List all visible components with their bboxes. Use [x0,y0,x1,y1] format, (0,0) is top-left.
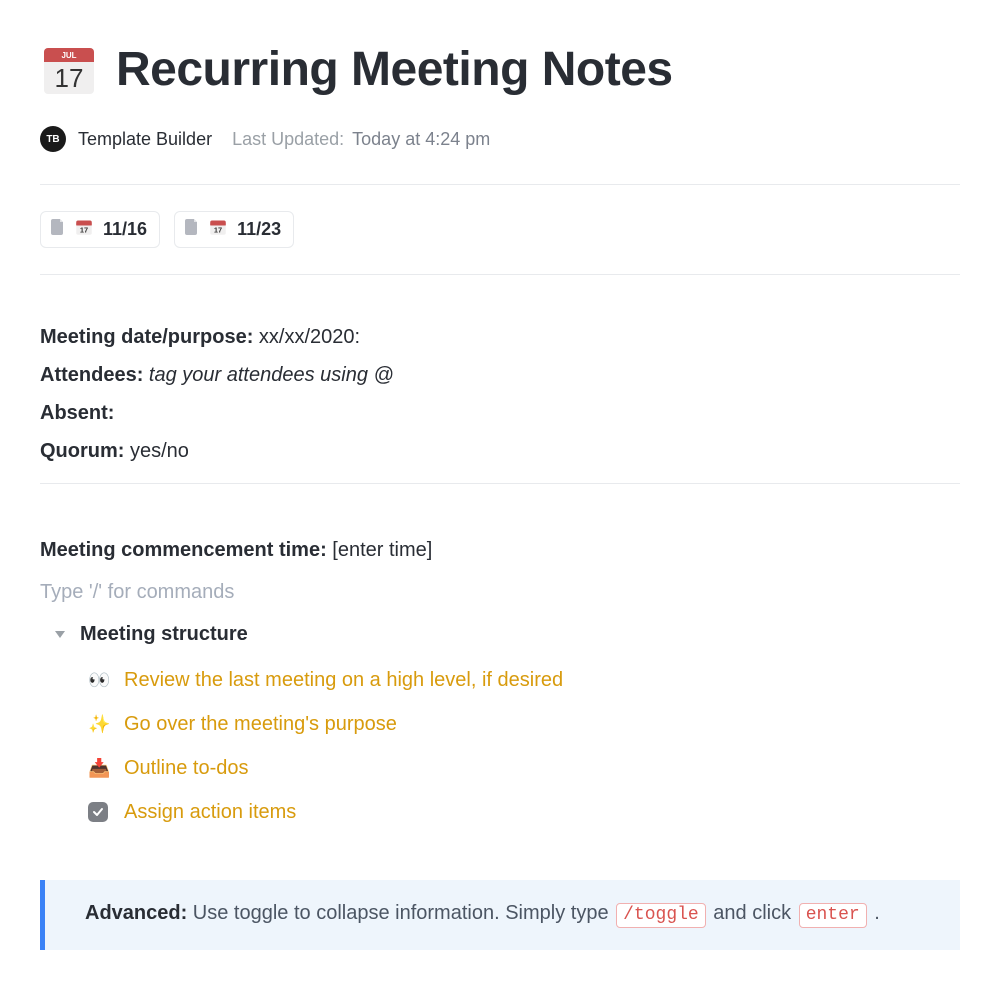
field-value[interactable]: xx/xx/2020: [259,326,360,348]
toggle-header[interactable]: Meeting structure [40,616,960,652]
svg-text:JUL: JUL [61,51,76,60]
page-header: JUL 17 Recurring Meeting Notes [40,40,960,98]
toggle-block: Meeting structure 👀 Review the last meet… [40,616,960,834]
editor-placeholder[interactable]: Type '/' for commands [40,574,960,610]
list-item[interactable]: 👀 Review the last meeting on a high leve… [88,658,960,702]
field-label: Meeting date/purpose: [40,326,253,348]
callout-label: Advanced: [85,902,187,924]
callout-advanced[interactable]: Advanced: Use toggle to collapse informa… [40,880,960,950]
subpage-chip[interactable]: 17 11/23 [174,211,294,248]
updated-label: Last Updated: [232,129,344,150]
list-item[interactable]: 📥 Outline to-dos [88,746,960,790]
inbox-icon: 📥 [88,752,110,784]
page-meta: TB Template Builder Last Updated: Today … [40,126,960,152]
document-icon [185,219,199,240]
field-label: Absent: [40,402,114,424]
kbd-toggle: /toggle [616,903,706,928]
meeting-fields[interactable]: Meeting date/purpose: xx/xx/2020: Attend… [40,275,960,483]
field-attendees[interactable]: Attendees: tag your attendees using @ [40,357,960,393]
field-value[interactable]: yes/no [130,440,189,462]
kbd-enter: enter [799,903,867,928]
svg-text:17: 17 [214,225,222,234]
field-label: Meeting commencement time: [40,539,327,561]
updated-value: Today at 4:24 pm [352,129,490,150]
calendar-icon[interactable]: JUL 17 [40,40,98,98]
list-item[interactable]: ✨ Go over the meeting's purpose [88,702,960,746]
item-link[interactable]: Review the last meeting on a high level,… [124,662,563,698]
item-link[interactable]: Go over the meeting's purpose [124,706,397,742]
field-label: Quorum: [40,440,124,462]
sparkles-icon: ✨ [88,708,110,740]
toggle-title: Meeting structure [80,616,248,652]
field-commencement[interactable]: Meeting commencement time: [enter time] [40,532,960,568]
callout-text: Use toggle to collapse information. Simp… [187,902,614,924]
subpage-label: 11/16 [103,219,147,240]
eyes-icon: 👀 [88,664,110,696]
author-name[interactable]: Template Builder [78,129,212,150]
svg-text:17: 17 [80,225,88,234]
field-value[interactable]: [enter time] [332,539,432,561]
svg-text:17: 17 [55,63,84,93]
callout-text: . [869,902,880,924]
subpage-list: 17 11/16 17 11/23 [40,185,960,274]
subpage-chip[interactable]: 17 11/16 [40,211,160,248]
checkbox-icon [88,802,110,822]
subpage-label: 11/23 [237,219,281,240]
item-link[interactable]: Assign action items [124,794,296,830]
caret-down-icon[interactable] [40,616,66,652]
field-absent[interactable]: Absent: [40,395,960,431]
document-icon [51,219,65,240]
calendar-icon: 17 [75,218,93,241]
field-quorum[interactable]: Quorum: yes/no [40,433,960,469]
toggle-content: 👀 Review the last meeting on a high leve… [40,658,960,834]
page-title[interactable]: Recurring Meeting Notes [116,42,673,97]
field-value[interactable]: tag your attendees using @ [149,364,394,386]
item-link[interactable]: Outline to-dos [124,750,249,786]
field-label: Attendees: [40,364,143,386]
commencement-section[interactable]: Meeting commencement time: [enter time] … [40,484,960,874]
calendar-icon: 17 [209,218,227,241]
field-date[interactable]: Meeting date/purpose: xx/xx/2020: [40,319,960,355]
callout-text: and click [708,902,797,924]
list-item[interactable]: Assign action items [88,790,960,834]
author-avatar[interactable]: TB [40,126,66,152]
